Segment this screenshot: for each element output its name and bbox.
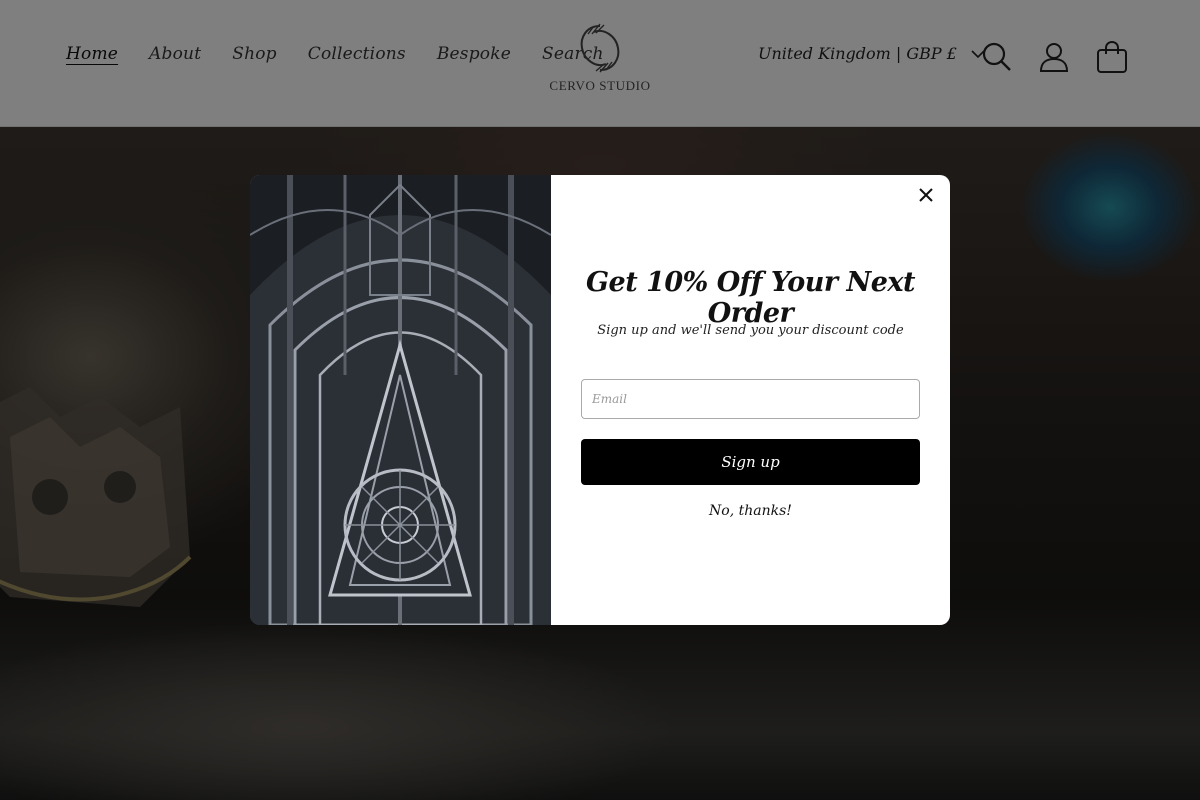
popup-subtitle: Sign up and we'll send you your discount…	[597, 323, 904, 338]
discount-popup: Get 10% Off Your Next Order Sign up and …	[250, 175, 950, 625]
cathedral-image	[250, 175, 552, 625]
close-icon[interactable]	[916, 185, 936, 205]
popup-title: Get 10% Off Your Next Order	[585, 267, 916, 329]
signup-button[interactable]: Sign up	[581, 439, 920, 485]
no-thanks-link[interactable]: No, thanks!	[551, 503, 950, 519]
gothic-arch-illustration	[250, 175, 552, 625]
email-field[interactable]	[581, 379, 920, 419]
popup-content: Get 10% Off Your Next Order Sign up and …	[551, 175, 950, 625]
